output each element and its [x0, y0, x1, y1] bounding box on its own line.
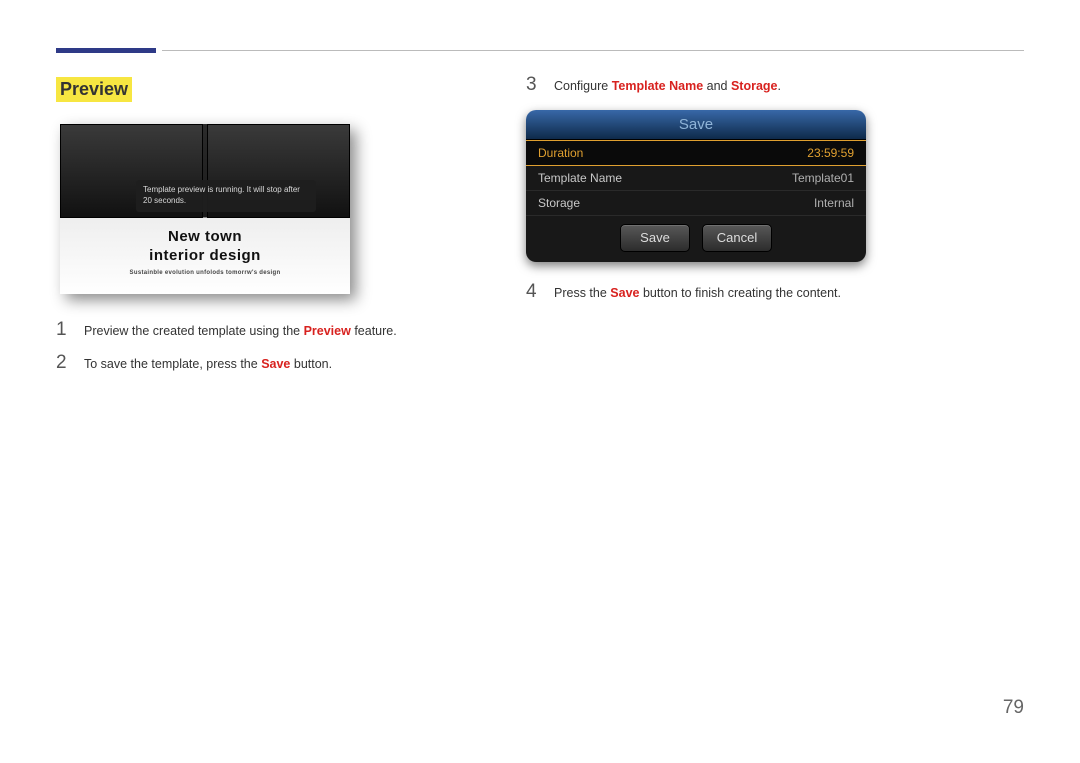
- row-label: Storage: [538, 196, 580, 210]
- section-heading: Preview: [56, 77, 132, 102]
- dialog-title: Save: [526, 110, 866, 140]
- keyword: Save: [610, 286, 639, 300]
- dialog-row-duration[interactable]: Duration 23:59:59: [526, 140, 866, 166]
- preview-title-line2: interior design: [149, 247, 261, 264]
- step-text: To save the template, press the Save but…: [84, 355, 332, 374]
- step-2: 2 To save the template, press the Save b…: [56, 355, 486, 374]
- step-3: 3 Configure Template Name and Storage.: [526, 77, 1024, 96]
- save-button[interactable]: Save: [620, 224, 690, 252]
- preview-title-line1: New town: [168, 228, 242, 245]
- step-number: 3: [526, 75, 540, 94]
- keyword: Template Name: [612, 79, 703, 93]
- right-column: 3 Configure Template Name and Storage. S…: [526, 77, 1024, 388]
- step-text: Configure Template Name and Storage.: [554, 77, 781, 96]
- left-column: Preview Template preview is running. It …: [56, 77, 486, 388]
- row-value: Internal: [814, 196, 854, 210]
- cancel-button[interactable]: Cancel: [702, 224, 772, 252]
- save-dialog: Save Duration 23:59:59 Template Name Tem…: [526, 110, 866, 262]
- keyword: Storage: [731, 79, 778, 93]
- preview-subtitle: Sustainble evolution unfolods tomorrw's …: [60, 270, 350, 276]
- row-label: Duration: [538, 146, 583, 160]
- row-value: Template01: [792, 171, 854, 185]
- page-number: 79: [1003, 697, 1024, 719]
- header-accent-bar: [56, 48, 156, 53]
- row-value: 23:59:59: [807, 146, 854, 160]
- step-text: Press the Save button to finish creating…: [554, 284, 841, 303]
- row-label: Template Name: [538, 171, 622, 185]
- preview-tooltip: Template preview is running. It will sto…: [136, 180, 316, 212]
- steps-left: 1 Preview the created template using the…: [56, 322, 486, 374]
- keyword: Preview: [304, 324, 351, 338]
- step-number: 1: [56, 320, 70, 339]
- step-number: 4: [526, 282, 540, 301]
- step-text: Preview the created template using the P…: [84, 322, 397, 341]
- header-rule: [56, 48, 1024, 53]
- step-1: 1 Preview the created template using the…: [56, 322, 486, 341]
- step-4: 4 Press the Save button to finish creati…: [526, 284, 1024, 303]
- keyword: Save: [261, 357, 290, 371]
- step-number: 2: [56, 353, 70, 372]
- template-preview-thumbnail: Template preview is running. It will sto…: [60, 124, 350, 294]
- dialog-row-storage[interactable]: Storage Internal: [526, 191, 866, 216]
- dialog-row-template-name[interactable]: Template Name Template01: [526, 166, 866, 191]
- preview-title: New town interior design: [60, 228, 350, 266]
- header-divider: [162, 50, 1024, 51]
